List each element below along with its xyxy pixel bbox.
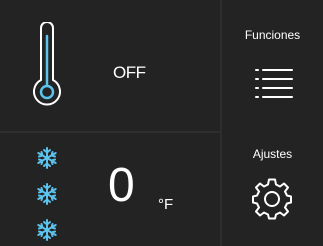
gear-icon [252,178,292,220]
functions-button[interactable]: Funciones [222,0,323,131]
temperature-panel[interactable]: OFF [0,0,220,131]
settings-button[interactable]: Ajustes [222,133,323,246]
snowflake-icon [37,219,57,241]
status-text: OFF [113,63,146,82]
settings-label: Ajustes [252,147,293,161]
functions-label: Funciones [244,28,301,42]
thermometer-icon [33,22,61,106]
snowflake-stack [36,147,60,246]
temperature-unit: °F [158,196,174,213]
snowflake-icon [37,183,57,205]
temperature-value: 0 [108,159,135,212]
control-screen: OFF 0 °F Funciones Ajustes [0,0,323,246]
freezer-panel[interactable]: 0 °F [0,133,220,246]
snowflake-icon [37,147,57,169]
menu-icon [255,69,293,98]
